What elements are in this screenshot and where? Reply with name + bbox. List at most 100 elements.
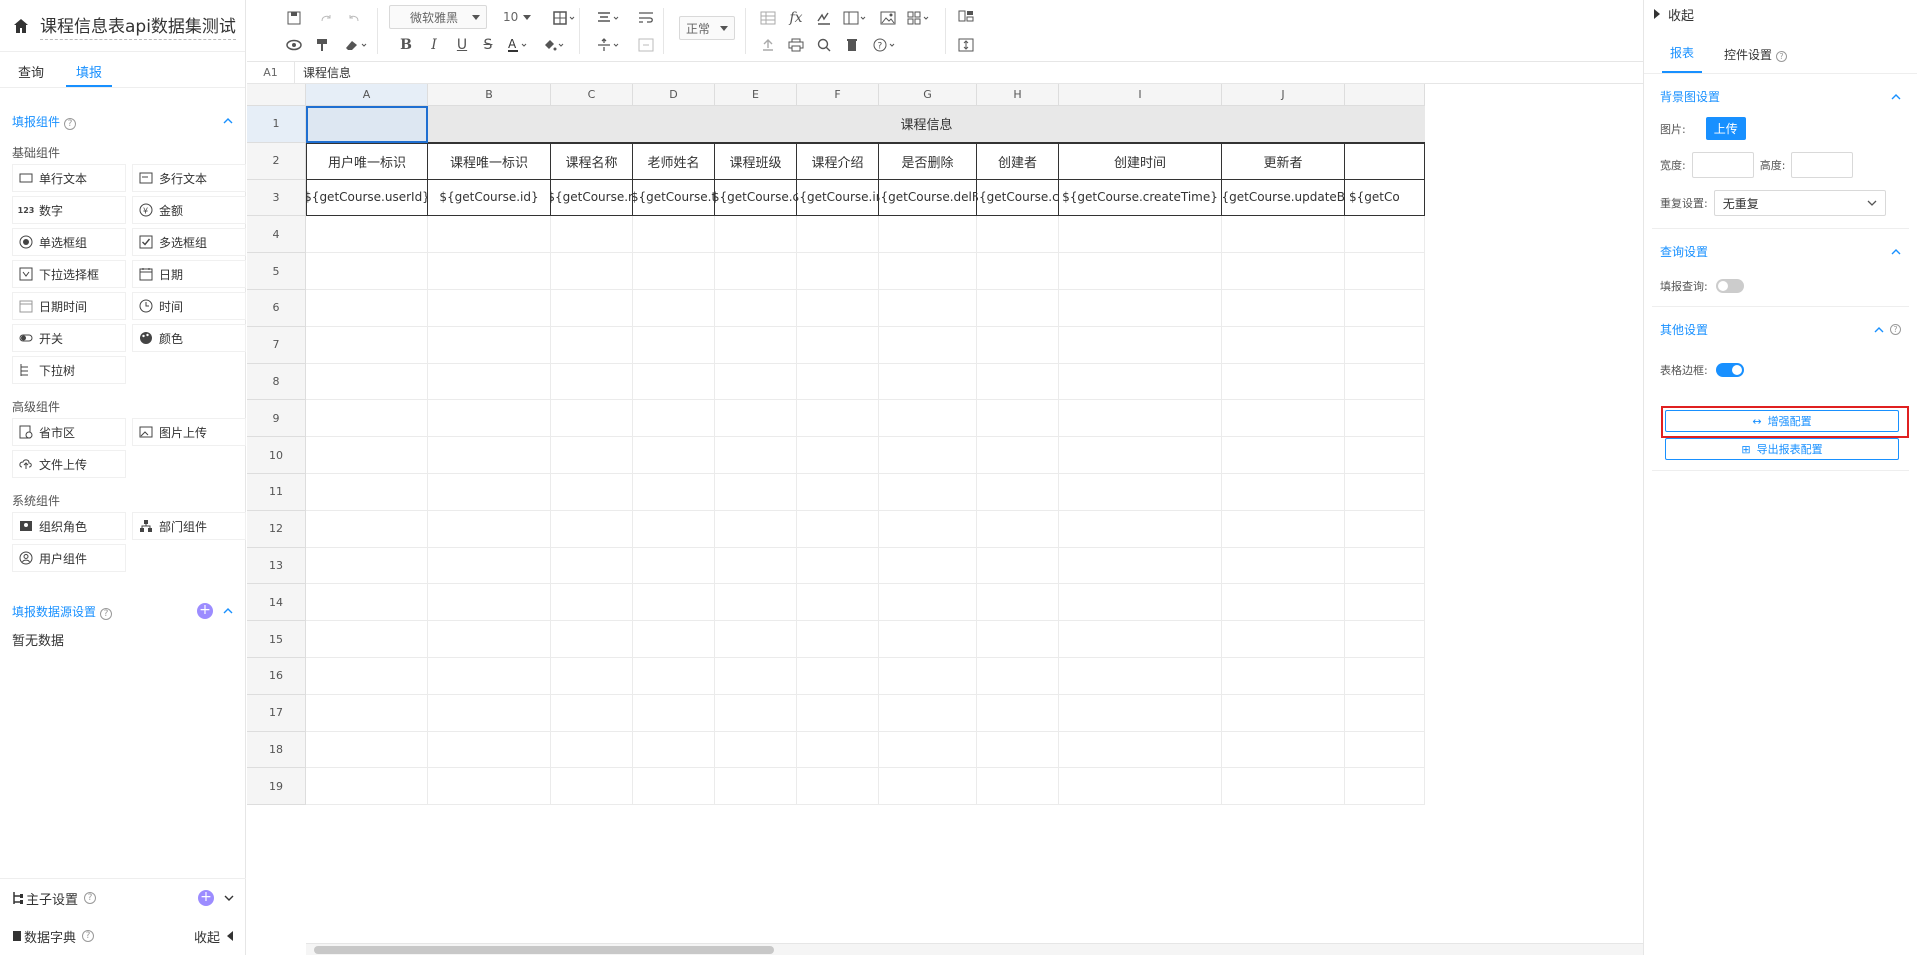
- table-icon[interactable]: [757, 7, 779, 29]
- grid-cell[interactable]: [551, 768, 633, 806]
- binding-cell[interactable]: ${getCourse.n: [551, 179, 633, 217]
- grid-cell[interactable]: [1222, 547, 1345, 585]
- binding-cell[interactable]: ${getCourse.in: [797, 179, 879, 217]
- component-color[interactable]: 颜色: [132, 324, 246, 352]
- grid-cell[interactable]: [1059, 584, 1222, 622]
- grid-cell[interactable]: [977, 290, 1059, 327]
- height-input[interactable]: [1791, 152, 1854, 178]
- grid-cell[interactable]: [715, 584, 797, 622]
- grid-cell[interactable]: [797, 400, 879, 438]
- grid-cell[interactable]: [715, 768, 797, 806]
- underline-icon[interactable]: U: [451, 34, 473, 56]
- grid-cell[interactable]: [1345, 290, 1425, 327]
- grid-cell[interactable]: [551, 253, 633, 290]
- column-header[interactable]: D: [633, 84, 715, 106]
- grid-cell[interactable]: [977, 584, 1059, 622]
- grid-cell[interactable]: [306, 584, 428, 622]
- help-icon[interactable]: ?: [1890, 324, 1901, 335]
- component-department[interactable]: 部门组件: [132, 512, 246, 540]
- grid-cell[interactable]: [1222, 290, 1345, 327]
- row-header[interactable]: 7: [247, 326, 306, 364]
- background-settings-header[interactable]: 背景图设置: [1660, 88, 1901, 105]
- grid-cell[interactable]: [977, 768, 1059, 806]
- row-header[interactable]: 6: [247, 290, 306, 327]
- grid-cell[interactable]: [797, 694, 879, 732]
- grid-cell[interactable]: [428, 326, 551, 364]
- redo-icon[interactable]: [315, 7, 337, 29]
- font-color-icon[interactable]: A: [505, 34, 533, 56]
- chevron-up-icon[interactable]: [1891, 247, 1901, 257]
- grid-cell[interactable]: [715, 547, 797, 585]
- grid-cell[interactable]: [797, 621, 879, 658]
- column-header[interactable]: F: [797, 84, 879, 106]
- font-family-select[interactable]: 微软雅黑: [389, 5, 487, 29]
- grid-cell[interactable]: [1059, 621, 1222, 658]
- grid-cell[interactable]: [1345, 437, 1425, 474]
- grid-cell[interactable]: [551, 363, 633, 401]
- grid-cell[interactable]: [428, 400, 551, 438]
- chevron-down-icon[interactable]: [224, 893, 234, 903]
- grid-cell[interactable]: [879, 621, 977, 658]
- grid-cell[interactable]: [633, 326, 715, 364]
- component-date[interactable]: 日期: [132, 260, 246, 288]
- undo-icon[interactable]: [343, 7, 365, 29]
- italic-icon[interactable]: I: [423, 34, 445, 56]
- grid-cell[interactable]: [633, 694, 715, 732]
- grid-cell[interactable]: [633, 584, 715, 622]
- grid-cell[interactable]: [715, 437, 797, 474]
- grid-cell[interactable]: [306, 437, 428, 474]
- component-radio[interactable]: 单选框组: [12, 228, 126, 256]
- grid-cell[interactable]: [1222, 474, 1345, 511]
- column-header[interactable]: G: [879, 84, 977, 106]
- grid-cell[interactable]: [797, 474, 879, 511]
- grid-cell[interactable]: [879, 584, 977, 622]
- grid-cell[interactable]: [551, 326, 633, 364]
- grid-cell[interactable]: [977, 363, 1059, 401]
- row-header[interactable]: 15: [247, 621, 306, 658]
- grid-cell[interactable]: [551, 731, 633, 769]
- grid-cell[interactable]: [306, 768, 428, 806]
- grid-cell[interactable]: [633, 253, 715, 290]
- vertical-align-icon[interactable]: [595, 34, 625, 56]
- component-number[interactable]: 123 数字: [12, 196, 126, 224]
- font-size-select[interactable]: 10: [497, 5, 537, 29]
- query-settings-header[interactable]: 查询设置: [1660, 243, 1901, 260]
- grid-cell[interactable]: [879, 290, 977, 327]
- grid-cell[interactable]: [797, 216, 879, 254]
- component-user[interactable]: 用户组件: [12, 544, 126, 572]
- tab-control-settings[interactable]: 控件设置?: [1716, 46, 1795, 73]
- row-header[interactable]: 12: [247, 510, 306, 548]
- grid-cell[interactable]: [1222, 363, 1345, 401]
- report-title[interactable]: 课程信息表api数据集测试: [40, 12, 236, 40]
- column-header[interactable]: J: [1222, 84, 1345, 106]
- grid-cell[interactable]: [879, 547, 977, 585]
- row-header[interactable]: 14: [247, 584, 306, 622]
- binding-cell[interactable]: ${getCourse.c: [715, 179, 797, 217]
- grid-cell[interactable]: [1222, 437, 1345, 474]
- align-icon[interactable]: [595, 7, 625, 29]
- row-header[interactable]: 8: [247, 363, 306, 401]
- grid-cell[interactable]: [977, 547, 1059, 585]
- grid-cell[interactable]: [879, 731, 977, 769]
- row-header[interactable]: 1: [247, 106, 306, 143]
- component-time[interactable]: 时间: [132, 292, 246, 320]
- header-cell[interactable]: 课程班级: [715, 142, 797, 180]
- column-header[interactable]: H: [977, 84, 1059, 106]
- grid-cell[interactable]: [1222, 768, 1345, 806]
- grid-cell[interactable]: [715, 400, 797, 438]
- grid-cell[interactable]: [1059, 547, 1222, 585]
- grid-cell[interactable]: [551, 621, 633, 658]
- binding-cell[interactable]: ${getCourse.id}: [428, 179, 551, 217]
- grid-cell[interactable]: [428, 437, 551, 474]
- grid-cell[interactable]: [551, 290, 633, 327]
- grid-cell[interactable]: [1345, 474, 1425, 511]
- grid-cell[interactable]: [715, 474, 797, 511]
- grid-cell[interactable]: [428, 547, 551, 585]
- grid-cell[interactable]: [797, 326, 879, 364]
- grid-cell[interactable]: [879, 474, 977, 511]
- grid-cell[interactable]: [1222, 731, 1345, 769]
- help-icon[interactable]: ?: [82, 930, 95, 942]
- grid-cell[interactable]: [1345, 584, 1425, 622]
- borders-icon[interactable]: [551, 7, 579, 29]
- grid-cell[interactable]: [633, 400, 715, 438]
